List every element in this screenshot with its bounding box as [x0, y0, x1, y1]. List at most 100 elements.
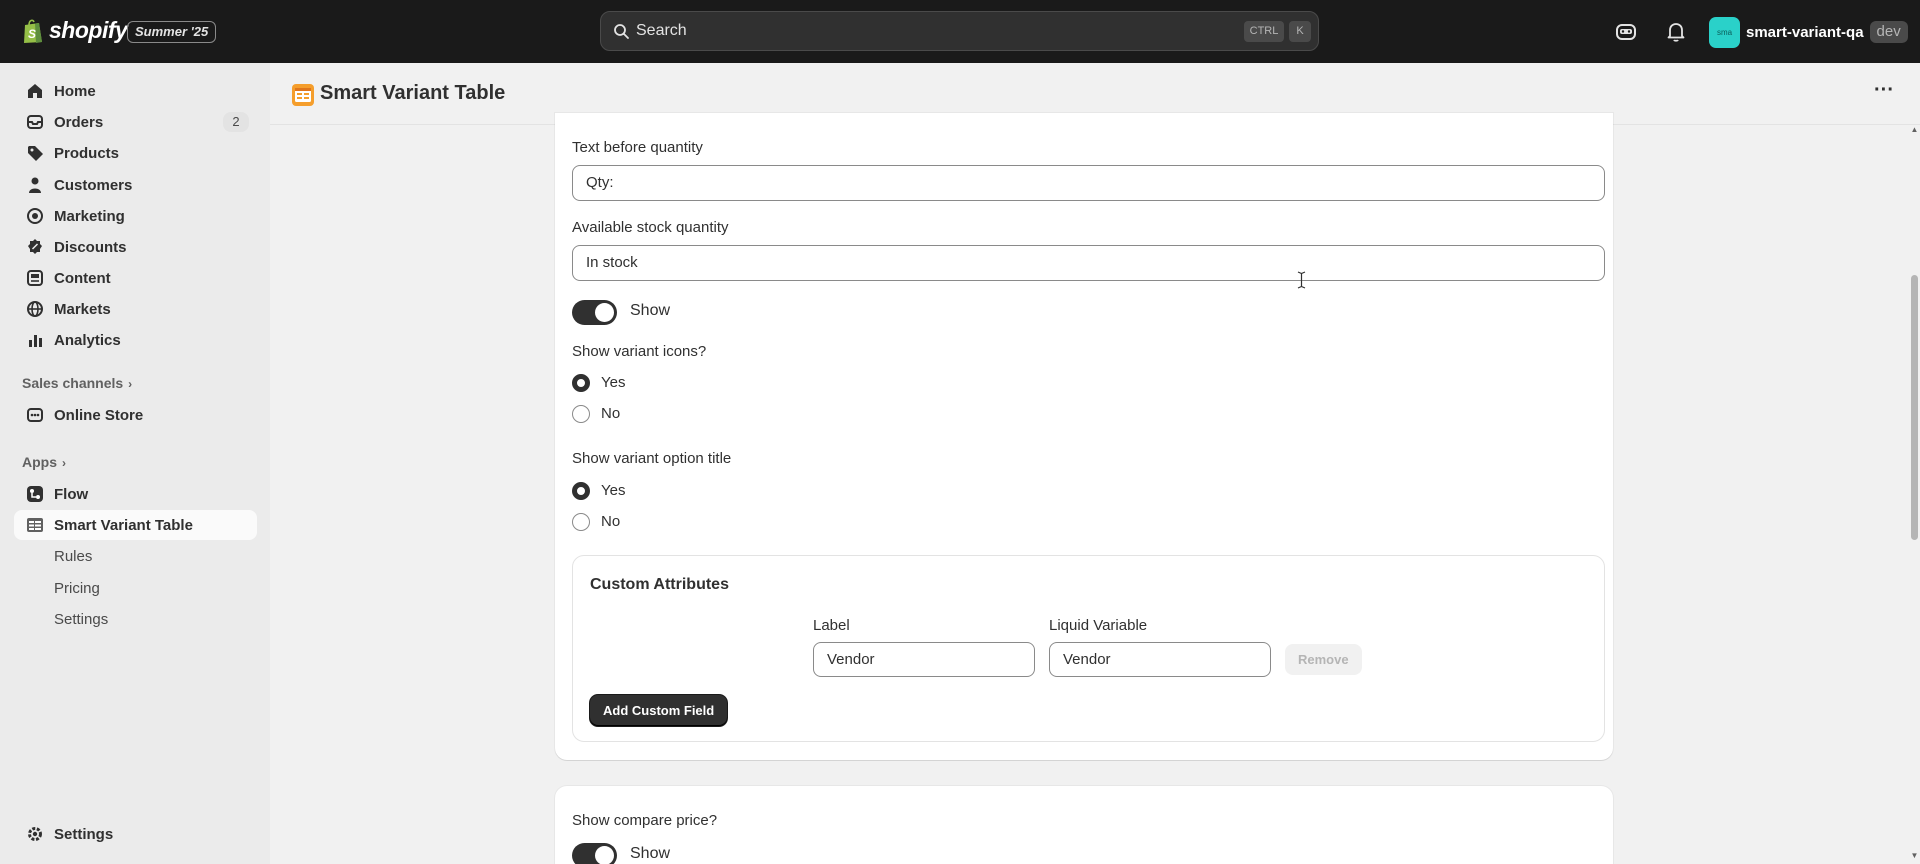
scrollbar[interactable]: ▲ ▼ [1909, 125, 1920, 864]
label-column-header: Label [813, 617, 850, 634]
sidebar-item-customers[interactable]: Customers [14, 170, 257, 200]
chevron-right-icon: › [128, 377, 133, 391]
sidebar-item-label: Products [54, 144, 120, 162]
main-content: Smart Variant Table ··· Text before quan… [270, 63, 1920, 864]
sidebar-item-marketing[interactable]: Marketing [14, 201, 257, 231]
brand-name: shopify [49, 17, 128, 43]
variant-icons-yes-label[interactable]: Yes [601, 374, 625, 391]
sidebar-item-label: Home [54, 82, 96, 100]
sidebar-item-label: Flow [54, 485, 89, 503]
sidebar-item-label: Analytics [54, 331, 121, 349]
sidebar-item-smart-variant-table[interactable]: Smart Variant Table [14, 510, 257, 540]
svg-text:S: S [28, 27, 36, 41]
sidebar-item-discounts[interactable]: Discounts [14, 232, 257, 262]
sidebar-item-products[interactable]: Products [14, 138, 257, 168]
sidebar-item-label: Marketing [54, 207, 125, 225]
chart-icon [29, 335, 42, 347]
chevron-right-icon: › [62, 456, 66, 470]
text-before-quantity-input[interactable]: Qty: [572, 165, 1605, 201]
custom-attributes-card: Custom Attributes Label Liquid Variable … [572, 555, 1605, 742]
sidebar-item-label: Customers [54, 176, 133, 194]
compare-price-toggle-label: Show [630, 845, 671, 862]
sidebar-item-label: Discounts [54, 238, 127, 256]
custom-attributes-title: Custom Attributes [590, 576, 729, 593]
edition-badge[interactable]: Summer '25 [127, 21, 217, 43]
scroll-down-arrow[interactable]: ▼ [1910, 851, 1919, 860]
option-title-yes-radio[interactable] [572, 482, 590, 500]
sidebar-item-app-settings[interactable]: Settings [14, 604, 257, 634]
store-name: smart-variant-qa [1746, 23, 1864, 41]
shopify-logo[interactable]: S shopify [22, 17, 128, 44]
sidebar-item-content[interactable]: Content [14, 263, 257, 293]
remove-attribute-button[interactable]: Remove [1285, 644, 1362, 675]
text-cursor-icon [1297, 271, 1306, 289]
scroll-up-arrow[interactable]: ▲ [1910, 125, 1919, 134]
sidebar-item-label: Smart Variant Table [54, 516, 193, 534]
sidebar-item-label: Orders [54, 113, 104, 131]
attribute-variable-input[interactable]: Vendor [1049, 642, 1271, 677]
notification-bell-icon[interactable] [1664, 20, 1688, 44]
sidebar-item-markets[interactable]: Markets [14, 294, 257, 324]
target-icon [27, 208, 43, 224]
store-icon [27, 408, 43, 422]
table-app-icon [27, 518, 43, 532]
liquid-variable-column-header: Liquid Variable [1049, 617, 1148, 634]
available-stock-input[interactable]: In stock [572, 245, 1605, 281]
tag-icon [28, 146, 43, 161]
show-stock-toggle-label: Show [630, 302, 671, 319]
orders-count-badge: 2 [223, 112, 249, 132]
sidebar-item-analytics[interactable]: Analytics [14, 325, 257, 355]
shortcut-ctrl-key: CTRL [1244, 21, 1284, 42]
option-title-no-radio[interactable] [572, 513, 590, 531]
variant-icons-no-radio[interactable] [572, 405, 590, 423]
show-stock-toggle[interactable] [572, 300, 617, 325]
attribute-label-input[interactable]: Vendor [813, 642, 1035, 677]
sidebar-item-pricing[interactable]: Pricing [14, 573, 257, 603]
search-placeholder: Search [636, 22, 687, 39]
option-title-yes-label[interactable]: Yes [601, 482, 625, 499]
add-custom-field-button[interactable]: Add Custom Field [590, 695, 728, 726]
person-icon [29, 177, 41, 193]
sidebar-item-label: Rules [54, 547, 93, 565]
store-menu-button[interactable]: sma smart-variant-qa dev [1709, 16, 1908, 48]
sidebar-item-label: Settings [54, 610, 109, 628]
settings-card: Text before quantity Qty: Available stoc… [555, 113, 1613, 760]
sidekick-icon[interactable] [1614, 20, 1638, 44]
apps-heading[interactable]: Apps › [22, 454, 66, 470]
top-bar: S shopify Summer '25 Search CTRL K sma s… [0, 0, 1920, 63]
compare-price-card: Show compare price? Show [555, 786, 1613, 864]
text-before-quantity-label: Text before quantity [572, 139, 703, 156]
option-title-no-label[interactable]: No [601, 513, 620, 530]
sidebar-item-online-store[interactable]: Online Store [14, 400, 257, 430]
available-stock-label: Available stock quantity [572, 219, 729, 236]
flow-icon [27, 486, 43, 502]
orders-icon [27, 115, 43, 129]
sales-channels-label: Sales channels [22, 375, 124, 391]
sales-channels-heading[interactable]: Sales channels › [22, 375, 132, 391]
show-option-title-label: Show variant option title [572, 450, 732, 467]
search-icon [614, 24, 629, 39]
home-icon [28, 84, 42, 98]
show-compare-price-label: Show compare price? [572, 812, 718, 829]
gear-icon [28, 827, 42, 841]
store-avatar: sma [1709, 16, 1740, 48]
sidebar-item-flow[interactable]: Flow [14, 479, 257, 509]
more-actions-button[interactable]: ··· [1870, 80, 1898, 107]
variant-icons-no-label[interactable]: No [601, 405, 620, 422]
shopify-bag-icon: S [24, 19, 42, 43]
show-variant-icons-label: Show variant icons? [572, 343, 707, 360]
store-tag: dev [1869, 21, 1908, 43]
sidebar-item-rules[interactable]: Rules [14, 541, 257, 571]
sidebar-item-label: Content [54, 269, 111, 287]
compare-price-toggle[interactable] [572, 843, 617, 864]
page-title: Smart Variant Table [320, 82, 506, 104]
sidebar: Home Orders 2 Products Customers Marketi… [0, 63, 270, 864]
app-logo-icon [292, 84, 314, 106]
discount-icon [28, 239, 42, 254]
sidebar-item-settings[interactable]: Settings [14, 819, 257, 849]
sidebar-item-home[interactable]: Home [14, 76, 257, 106]
sidebar-item-orders[interactable]: Orders 2 [14, 107, 257, 137]
scroll-thumb[interactable] [1911, 275, 1918, 540]
variant-icons-yes-radio[interactable] [572, 374, 590, 392]
search-bar[interactable]: Search CTRL K [600, 11, 1319, 51]
